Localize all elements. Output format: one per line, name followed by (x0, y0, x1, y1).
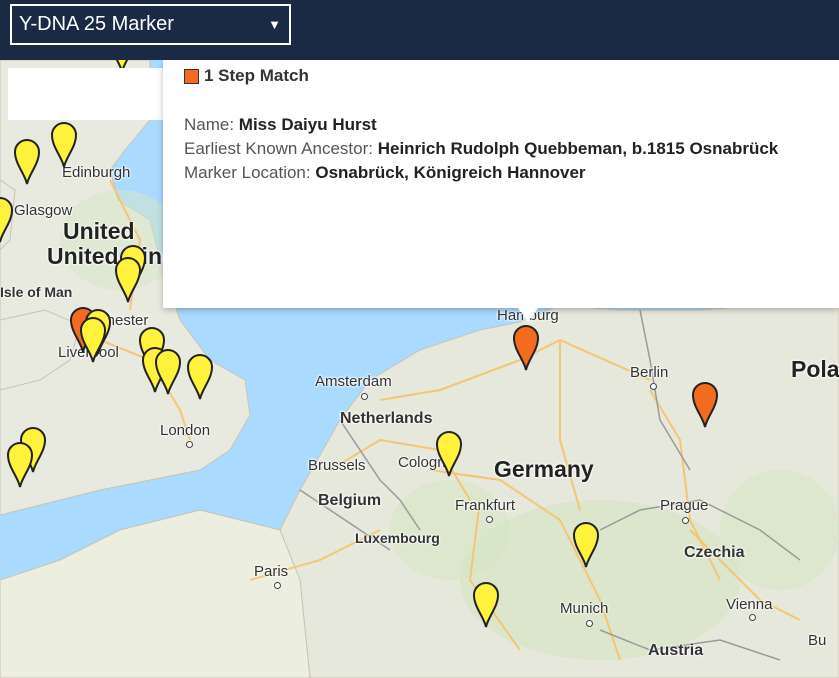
top-bar: Y-DNA 25 Marker ▼ (0, 0, 839, 60)
popup-label: Name: (184, 115, 239, 134)
map-dot-vienna (749, 614, 756, 621)
map-pin-yellow-icon[interactable] (572, 519, 600, 569)
map-pin-yellow-icon[interactable] (114, 254, 142, 304)
popup-value: Osnabrück, Königreich Hannover (315, 163, 586, 182)
map-label-vienna: Vienna (726, 596, 773, 613)
popup-rows: Name: Miss Daiyu Hurst Earliest Known An… (184, 113, 778, 185)
popup-label: Marker Location: (184, 163, 316, 182)
map-label-amsterdam: Amsterdam (315, 373, 392, 390)
map-pin-orange-icon[interactable] (691, 379, 719, 429)
map-dot-munich (586, 620, 593, 627)
popup-title: 1 Step Match (204, 66, 309, 85)
map-label-luxembourg: Luxembourg (355, 530, 440, 546)
map-dot-frankfurt (486, 516, 493, 523)
map-label-london: London (160, 422, 211, 439)
map-label-paris: Paris (254, 563, 289, 580)
map-label-berlin: Berlin (630, 364, 669, 381)
map-pin-yellow-icon[interactable] (6, 439, 34, 489)
map-label-munich: Munich (560, 600, 609, 617)
map-label-uk-line1: United (63, 218, 135, 244)
map-dot-amsterdam (361, 393, 368, 400)
chevron-down-icon: ▼ (268, 17, 281, 32)
map-label-prague: Prague (660, 497, 709, 514)
map-label-netherlands: Netherlands (340, 410, 433, 427)
popup-value: Heinrich Rudolph Quebbeman, b.1815 Osnab… (377, 139, 779, 158)
map-label-isle-of-man: Isle of Man (0, 284, 73, 300)
blank-overlay-box (8, 68, 165, 120)
map-label-czechia: Czechia (684, 544, 745, 561)
popup-value: Miss Daiyu Hurst (238, 115, 377, 134)
map-pin-yellow-icon[interactable] (0, 194, 14, 244)
map-dot-prague (682, 517, 689, 524)
map-label-frankfurt: Frankfurt (455, 497, 516, 514)
map-pin-yellow-icon[interactable] (13, 136, 41, 186)
map-dot-london (186, 441, 193, 448)
map-dot-paris (274, 582, 281, 589)
popup-tail (518, 308, 538, 322)
marker-info-popup: 1 Step Match Name: Miss Daiyu Hurst Earl… (163, 60, 839, 322)
map-label-budapest-partial: Bu (808, 632, 827, 649)
popup-label: Earliest Known Ancestor: (184, 139, 378, 158)
map-label-austria: Austria (648, 642, 704, 659)
popup-header: 1 Step Match (184, 66, 309, 86)
map-label-poland: Pola (791, 356, 839, 382)
marker-type-dropdown[interactable]: Y-DNA 25 Marker ▼ (10, 4, 291, 45)
map-pin-yellow-icon[interactable] (50, 119, 78, 169)
map-label-belgium: Belgium (318, 492, 382, 509)
popup-row-location: Marker Location: Osnabrück, Königreich H… (184, 161, 778, 185)
popup-row-name: Name: Miss Daiyu Hurst (184, 113, 778, 137)
map-pin-orange-icon[interactable] (512, 322, 540, 372)
map-label-germany: Germany (494, 456, 594, 482)
marker-type-value: Y-DNA 25 Marker (19, 13, 174, 35)
map-pin-yellow-icon[interactable] (154, 346, 182, 396)
match-square-icon (184, 68, 199, 84)
map-pin-yellow-icon[interactable] (472, 579, 500, 629)
map-pin-yellow-icon[interactable] (186, 351, 214, 401)
popup-row-ancestor: Earliest Known Ancestor: Heinrich Rudolp… (184, 137, 778, 161)
map-pin-yellow-icon[interactable] (79, 314, 107, 364)
map-pin-yellow-icon[interactable] (435, 428, 463, 478)
map-dot-berlin (650, 383, 657, 390)
map-label-brussels: Brussels (308, 457, 366, 474)
map-label-glasgow: Glasgow (14, 202, 73, 219)
